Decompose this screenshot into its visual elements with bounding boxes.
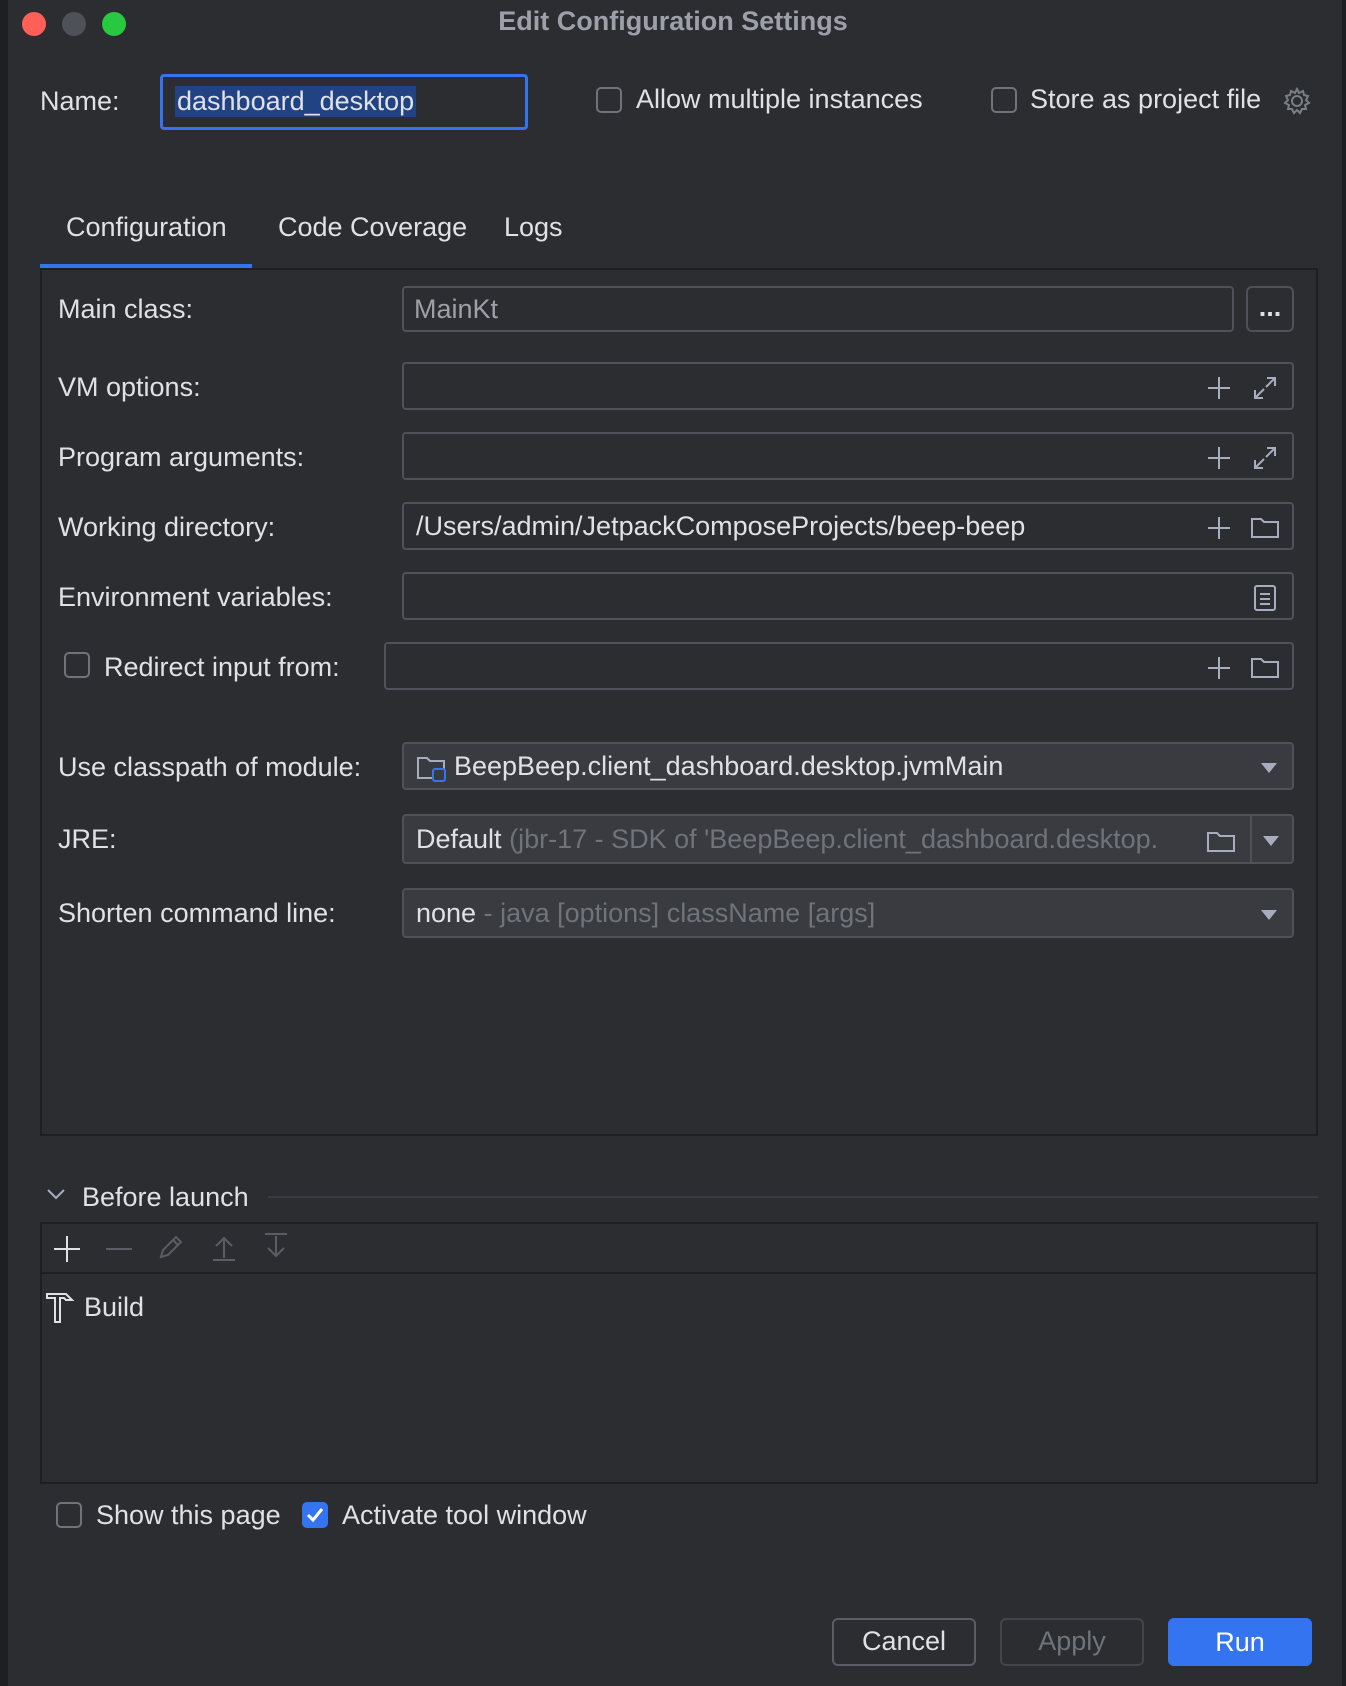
chevron-down-icon[interactable]	[1262, 835, 1280, 847]
checkmark-icon	[306, 1508, 324, 1523]
shorten-detail: - java [options] className [args]	[483, 898, 876, 928]
store-project-label: Store as project file	[1030, 84, 1262, 114]
tab-logs[interactable]: Logs	[504, 212, 563, 243]
redirect-input-checkbox[interactable]	[64, 652, 90, 678]
browse-button-label: ...	[1258, 292, 1282, 322]
add-icon[interactable]	[52, 1234, 82, 1264]
classpath-module-label: Use classpath of module:	[58, 752, 362, 782]
cancel-button[interactable]: Cancel	[832, 1618, 976, 1666]
folder-icon[interactable]	[1250, 514, 1280, 540]
list-item[interactable]: Build	[44, 1290, 444, 1326]
show-page-label: Show this page	[96, 1500, 281, 1530]
chevron-down-icon	[1261, 763, 1277, 773]
expand-icon[interactable]	[1252, 375, 1278, 401]
edit-pencil-icon[interactable]	[156, 1232, 186, 1262]
plus-icon[interactable]	[1206, 375, 1232, 401]
store-project-checkbox[interactable]	[991, 87, 1017, 113]
allow-multiple-checkbox[interactable]	[596, 87, 622, 113]
tab-configuration[interactable]: Configuration	[66, 212, 227, 243]
jre-value: Default	[416, 824, 502, 854]
shorten-command-label: Shorten command line:	[58, 898, 336, 928]
gear-icon[interactable]	[1282, 86, 1312, 116]
collapse-chevron-icon[interactable]	[46, 1188, 66, 1202]
classpath-module-select[interactable]: BeepBeep.client_dashboard.desktop.jvmMai…	[402, 742, 1294, 790]
move-down-icon[interactable]	[262, 1232, 290, 1262]
main-class-value: MainKt	[414, 294, 499, 324]
environment-variables-label: Environment variables:	[58, 582, 333, 612]
main-class-input[interactable]: MainKt	[402, 286, 1234, 332]
classpath-module-value: BeepBeep.client_dashboard.desktop.jvmMai…	[454, 751, 1004, 781]
folder-icon[interactable]	[1206, 828, 1236, 854]
list-item-label: Build	[84, 1292, 145, 1322]
browse-main-class-button[interactable]: ...	[1246, 286, 1294, 332]
environment-variables-input[interactable]	[402, 572, 1294, 620]
run-button[interactable]: Run	[1168, 1618, 1312, 1666]
program-arguments-label: Program arguments:	[58, 442, 305, 472]
module-folder-icon	[417, 757, 446, 782]
tab-code-coverage[interactable]: Code Coverage	[278, 212, 467, 243]
name-input[interactable]: dashboard_desktop	[160, 74, 528, 130]
jre-select[interactable]: Default (jbr-17 - SDK of 'BeepBeep.clien…	[402, 814, 1294, 864]
redirect-input-label: Redirect input from:	[104, 652, 340, 682]
document-icon[interactable]	[1252, 584, 1278, 612]
name-label: Name:	[40, 86, 120, 116]
activate-tool-window-checkbox[interactable]	[302, 1502, 328, 1528]
plus-icon[interactable]	[1206, 655, 1232, 681]
plus-icon[interactable]	[1206, 445, 1232, 471]
build-hammer-icon	[46, 1293, 75, 1323]
before-launch-title: Before launch	[82, 1182, 249, 1212]
window-title: Edit Configuration Settings	[498, 6, 848, 36]
before-launch-toolbar-divider	[40, 1272, 1318, 1274]
vm-options-input[interactable]	[402, 362, 1294, 410]
program-arguments-input[interactable]	[402, 432, 1294, 480]
before-launch-separator	[268, 1196, 1318, 1198]
working-directory-input[interactable]: /Users/admin/JetpackComposeProjects/beep…	[402, 502, 1294, 550]
remove-icon[interactable]	[104, 1234, 134, 1264]
window-right-edge	[1342, 0, 1346, 1686]
chevron-down-icon	[1261, 910, 1277, 920]
main-class-label: Main class:	[58, 294, 194, 324]
working-directory-label: Working directory:	[58, 512, 276, 542]
shorten-value-wrapper: none - java [options] className [args]	[416, 898, 1216, 929]
jre-value-wrapper: Default (jbr-17 - SDK of 'BeepBeep.clien…	[416, 824, 1196, 855]
redirect-input-field[interactable]	[384, 642, 1294, 690]
vm-options-label: VM options:	[58, 372, 201, 402]
expand-icon[interactable]	[1252, 445, 1278, 471]
jre-label: JRE:	[58, 824, 117, 854]
allow-multiple-label: Allow multiple instances	[636, 84, 923, 114]
jre-divider	[1250, 816, 1252, 862]
shorten-command-select[interactable]: none - java [options] className [args]	[402, 888, 1294, 938]
move-up-icon[interactable]	[210, 1232, 238, 1262]
activate-tool-window-label: Activate tool window	[342, 1500, 587, 1530]
working-directory-value: /Users/admin/JetpackComposeProjects/beep…	[416, 511, 1026, 541]
name-input-text: dashboard_desktop	[175, 86, 417, 117]
plus-icon[interactable]	[1206, 515, 1232, 541]
folder-icon[interactable]	[1250, 654, 1280, 680]
window-left-edge	[0, 0, 8, 1686]
jre-detail: (jbr-17 - SDK of 'BeepBeep.client_dashbo…	[509, 824, 1159, 854]
show-page-checkbox[interactable]	[56, 1502, 82, 1528]
shorten-value: none	[416, 898, 477, 928]
apply-button[interactable]: Apply	[1000, 1618, 1144, 1666]
